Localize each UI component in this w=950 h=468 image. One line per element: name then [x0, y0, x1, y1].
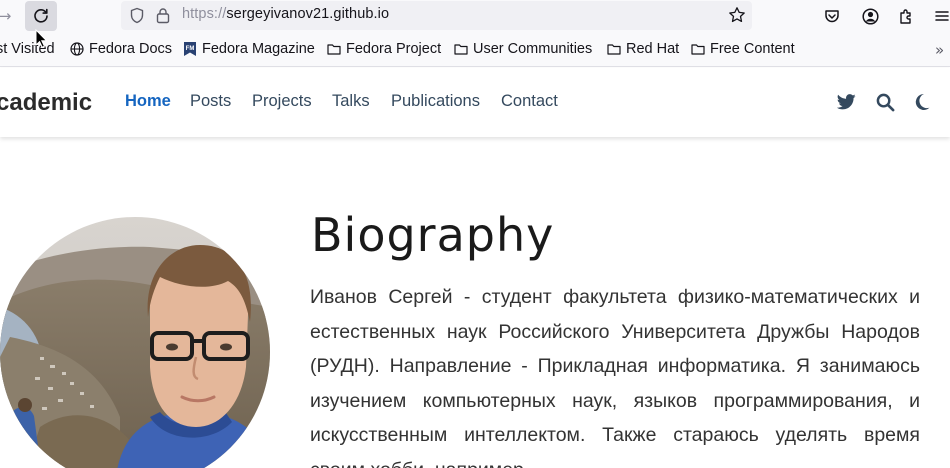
globe-icon: [70, 42, 84, 56]
tracking-shield-icon[interactable]: [129, 7, 145, 24]
twitter-icon[interactable]: [835, 91, 857, 113]
site-navbar: cademic Home Posts Projects Talks Public…: [0, 68, 950, 137]
url-text[interactable]: https://sergeyivanov21.github.io: [182, 6, 389, 22]
bookmark-label: Red Hat: [626, 41, 680, 57]
url-host: sergeyivanov21.github.io: [226, 6, 390, 22]
folder-icon: [691, 44, 705, 55]
bookmark-free-content[interactable]: Free Content: [691, 41, 795, 57]
back-button[interactable]: →: [0, 4, 16, 28]
bookmark-label: Free Content: [710, 41, 795, 57]
folder-icon: [454, 44, 468, 55]
app-menu-button[interactable]: [930, 4, 950, 28]
folder-icon: [607, 44, 621, 55]
bookmark-label: Fedora Project: [346, 41, 442, 57]
profile-avatar: [0, 217, 270, 468]
bookmark-fedora-magazine[interactable]: FM Fedora Magazine: [183, 41, 315, 57]
browser-toolbar: → https://sergeyivanov21.github.io: [0, 0, 950, 34]
pocket-icon: [825, 10, 839, 23]
dark-mode-moon-icon[interactable]: [911, 91, 933, 113]
search-icon[interactable]: [874, 91, 896, 113]
nav-posts[interactable]: Posts: [190, 92, 231, 111]
bookmark-user-communities[interactable]: User Communities: [454, 41, 592, 57]
mouse-cursor-icon: [35, 29, 47, 48]
svg-text:FM: FM: [186, 46, 195, 52]
url-protocol: https://: [182, 6, 227, 22]
bookmark-fedora-project[interactable]: Fedora Project: [327, 41, 441, 57]
lock-icon[interactable]: [156, 7, 170, 24]
bookmarks-toolbar: st Visited Fedora Docs FM Fedora Magazin…: [0, 34, 950, 67]
bookmark-label: Fedora Magazine: [202, 41, 315, 57]
nav-talks[interactable]: Talks: [332, 92, 370, 111]
biography-heading: Biography: [311, 208, 555, 262]
extensions-button[interactable]: [894, 4, 918, 28]
arrow-right-icon: →: [0, 7, 12, 25]
reload-button[interactable]: [25, 1, 57, 31]
bookmark-fedora-docs[interactable]: Fedora Docs: [70, 41, 172, 57]
folder-icon: [327, 44, 341, 55]
fm-favicon-icon: FM: [184, 42, 196, 56]
puzzle-icon: [900, 8, 911, 24]
nav-publications[interactable]: Publications: [391, 92, 480, 111]
site-brand[interactable]: cademic: [0, 89, 92, 117]
bookmark-red-hat[interactable]: Red Hat: [607, 41, 679, 57]
bookmark-label: User Communities: [473, 41, 593, 57]
hamburger-menu-icon: [935, 11, 949, 21]
bookmark-label: Fedora Docs: [89, 41, 173, 57]
profile-photo: [0, 217, 270, 468]
biography-text: Иванов Сергей - студент факультета физик…: [310, 286, 920, 468]
pocket-button[interactable]: [820, 4, 844, 28]
nav-projects[interactable]: Projects: [252, 92, 312, 111]
bookmarks-overflow-button[interactable]: »: [935, 41, 944, 59]
url-bar[interactable]: https://sergeyivanov21.github.io: [121, 1, 752, 30]
nav-contact[interactable]: Contact: [501, 92, 558, 111]
reload-icon: [34, 8, 48, 23]
account-button[interactable]: [858, 4, 882, 28]
bookmark-star-icon[interactable]: [728, 6, 746, 24]
account-icon: [861, 7, 879, 25]
nav-home[interactable]: Home: [125, 92, 171, 111]
